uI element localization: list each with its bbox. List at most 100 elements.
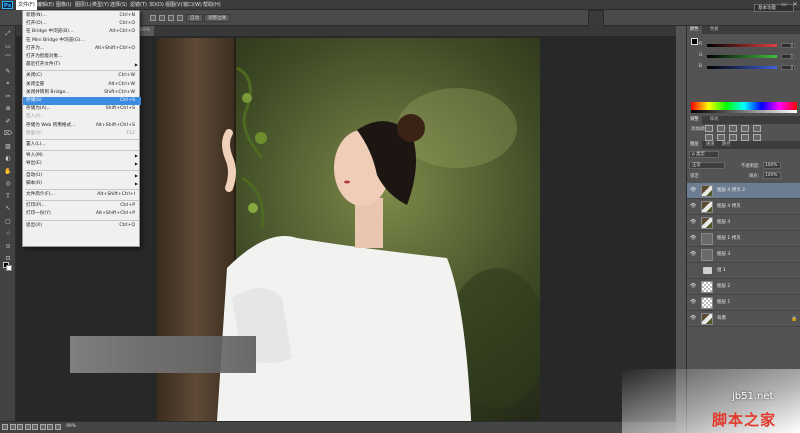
shape-tool-icon[interactable]: ▢ bbox=[2, 218, 14, 226]
layer-row[interactable]: · 组 1 bbox=[687, 263, 800, 279]
file-menu-item[interactable]: 打开为... Alt+Shift+Ctrl+O bbox=[23, 45, 141, 53]
menu-10[interactable]: 帮助(H) bbox=[201, 0, 223, 10]
move-tool-icon[interactable]: ⤢ bbox=[2, 30, 14, 38]
layer-row[interactable]: 👁 背景 🔒 bbox=[687, 311, 800, 327]
adjustment-icon[interactable] bbox=[753, 134, 761, 141]
file-menu-item[interactable]: 打开为智能对象... bbox=[23, 53, 141, 61]
menu-0[interactable]: 文件(F) bbox=[16, 0, 37, 10]
adjustment-icon[interactable] bbox=[741, 125, 749, 132]
layer-row[interactable]: 👁 图层 1 拷贝 bbox=[687, 231, 800, 247]
layer-filter[interactable]: ρ 类型 bbox=[689, 151, 719, 158]
status-icon[interactable] bbox=[2, 424, 8, 430]
layers-panel-tab[interactable]: 路径 bbox=[719, 141, 734, 149]
restore-icon[interactable]: ▭ bbox=[779, 1, 789, 8]
slider-value-b[interactable]: 0 bbox=[781, 65, 795, 70]
adjustment-icon[interactable] bbox=[705, 125, 713, 132]
type-tool-icon[interactable]: T bbox=[2, 193, 14, 201]
layer-name[interactable]: 背景 bbox=[717, 311, 726, 327]
pointer-tool-icon[interactable]: ☝ bbox=[2, 230, 14, 238]
brush-tool-icon[interactable]: ✎ bbox=[2, 68, 14, 76]
layer-name[interactable]: 图层 4 bbox=[717, 215, 730, 231]
eye-icon[interactable]: 👁 bbox=[690, 219, 696, 225]
close-icon[interactable]: ✕ bbox=[790, 1, 800, 8]
adjustment-icon[interactable] bbox=[753, 125, 761, 132]
heal-tool-icon[interactable]: ⊕ bbox=[2, 105, 14, 113]
options-button[interactable]: 调整边缘 bbox=[204, 14, 230, 22]
layer-name[interactable]: 组 1 bbox=[717, 263, 726, 279]
gradient-tool-icon[interactable]: ▨ bbox=[2, 143, 14, 151]
hand-tool-icon[interactable]: ✋ bbox=[2, 168, 14, 176]
file-menu-item[interactable]: 存储(S) Ctrl+S bbox=[23, 97, 141, 105]
file-menu-item[interactable]: 新建(N)... Ctrl+N bbox=[23, 12, 141, 20]
options-tool-icon[interactable] bbox=[177, 15, 183, 21]
file-menu-item[interactable]: 打印(P)... Ctrl+P bbox=[23, 202, 141, 210]
minimize-icon[interactable]: – bbox=[768, 1, 778, 8]
file-menu-item[interactable]: 最近打开文件(T) ▶ bbox=[23, 61, 141, 69]
status-icon[interactable] bbox=[9, 424, 16, 430]
file-menu-item[interactable]: 脚本(R) ▶ bbox=[23, 180, 141, 188]
eye-icon[interactable]: 👁 bbox=[690, 251, 696, 257]
blend-mode-select[interactable]: 正常 bbox=[689, 162, 725, 169]
opacity-input[interactable]: 100% bbox=[763, 162, 781, 169]
status-icon[interactable] bbox=[54, 424, 61, 430]
slice-tool-icon[interactable]: ✂ bbox=[2, 93, 14, 101]
file-menu-item[interactable]: 在 Bridge 中浏览(B)... Alt+Ctrl+O bbox=[23, 28, 141, 36]
eraser-tool-icon[interactable]: ⌦ bbox=[2, 130, 14, 138]
layer-name[interactable]: 图层 1 拷贝 bbox=[717, 231, 741, 247]
dodge-tool-icon[interactable]: ◐ bbox=[2, 155, 14, 163]
color-slider-g[interactable] bbox=[707, 55, 777, 58]
color-slider-b[interactable] bbox=[707, 66, 777, 69]
file-menu-item[interactable]: 在 Mini Bridge 中浏览(G)... bbox=[23, 37, 141, 45]
slider-value-r[interactable]: 0 bbox=[781, 43, 795, 48]
file-menu-item[interactable]: 导出(E) ▶ bbox=[23, 160, 141, 168]
options-tool-icon[interactable] bbox=[168, 15, 174, 21]
adjustment-icon[interactable] bbox=[717, 134, 725, 141]
color-panel-tab[interactable]: 颜色 bbox=[687, 26, 702, 34]
file-menu-item[interactable]: 关闭并转到 Bridge... Shift+Ctrl+W bbox=[23, 89, 141, 97]
eye-icon[interactable]: 👁 bbox=[690, 203, 696, 209]
adjustment-icon[interactable] bbox=[729, 134, 737, 141]
adjustments-panel-tab[interactable]: 样式 bbox=[707, 116, 722, 124]
quickmask-tool-icon[interactable]: ⊡ bbox=[2, 255, 14, 263]
options-tool-icon[interactable] bbox=[159, 15, 165, 21]
color-slider-r[interactable] bbox=[707, 44, 777, 47]
grayscale-ramp[interactable] bbox=[691, 110, 797, 113]
menu-1[interactable]: 编辑(E) bbox=[35, 0, 56, 10]
file-menu-item[interactable]: 自动(U) ▶ bbox=[23, 172, 141, 180]
adjustment-icon[interactable] bbox=[705, 134, 713, 141]
adjustments-panel-tab[interactable]: 调整 bbox=[687, 116, 702, 124]
color-panel-tab[interactable]: 色板 bbox=[707, 26, 722, 34]
layer-row[interactable]: 👁 图层 4 拷贝 bbox=[687, 199, 800, 215]
layers-panel-tab[interactable]: 图层 bbox=[687, 141, 702, 149]
color-spectrum[interactable] bbox=[691, 102, 797, 110]
file-menu-item[interactable]: 恢复(V) F12 bbox=[23, 130, 141, 138]
layer-name[interactable]: 图层 2 bbox=[717, 279, 730, 295]
layer-name[interactable]: 图层 1 bbox=[717, 295, 730, 311]
status-icon[interactable] bbox=[17, 424, 23, 430]
layer-row[interactable]: 👁 图层 1 bbox=[687, 295, 800, 311]
lasso-tool-icon[interactable]: ⌒ bbox=[2, 55, 14, 63]
background-color-swatch[interactable] bbox=[6, 265, 12, 271]
status-icon[interactable] bbox=[39, 424, 46, 430]
blur-tool-icon[interactable]: ◎ bbox=[2, 180, 14, 188]
zoom-level[interactable]: 99% bbox=[66, 423, 76, 431]
path-select-tool-icon[interactable]: ↖ bbox=[2, 205, 14, 213]
layer-row[interactable]: 👁 图层 4 拷贝 2 bbox=[687, 183, 800, 199]
menu-6[interactable]: 滤镜(T) bbox=[128, 0, 149, 10]
adjustment-icon[interactable] bbox=[729, 125, 737, 132]
eye-icon[interactable]: 👁 bbox=[690, 187, 696, 193]
eye-icon[interactable]: · bbox=[690, 267, 696, 273]
file-menu-item[interactable]: 签入(I)... bbox=[23, 113, 141, 121]
file-menu-item[interactable]: 退出(X) Ctrl+Q bbox=[23, 222, 141, 230]
layer-name[interactable]: 图层 4 拷贝 bbox=[717, 199, 741, 215]
menu-5[interactable]: 选择(S) bbox=[108, 0, 129, 10]
fill-input[interactable]: 100% bbox=[763, 172, 781, 179]
slider-value-g[interactable]: 0 bbox=[781, 54, 795, 59]
eye-icon[interactable]: 👁 bbox=[690, 235, 696, 241]
file-menu-item[interactable]: 文件简介(F)... Alt+Shift+Ctrl+I bbox=[23, 191, 141, 199]
layer-row[interactable]: 👁 图层 2 bbox=[687, 279, 800, 295]
menu-2[interactable]: 图像(I) bbox=[54, 0, 73, 10]
layer-row[interactable]: 👁 图层 4 bbox=[687, 215, 800, 231]
file-menu-item[interactable]: 关闭(C) Ctrl+W bbox=[23, 72, 141, 80]
adjustment-icon[interactable] bbox=[741, 134, 749, 141]
